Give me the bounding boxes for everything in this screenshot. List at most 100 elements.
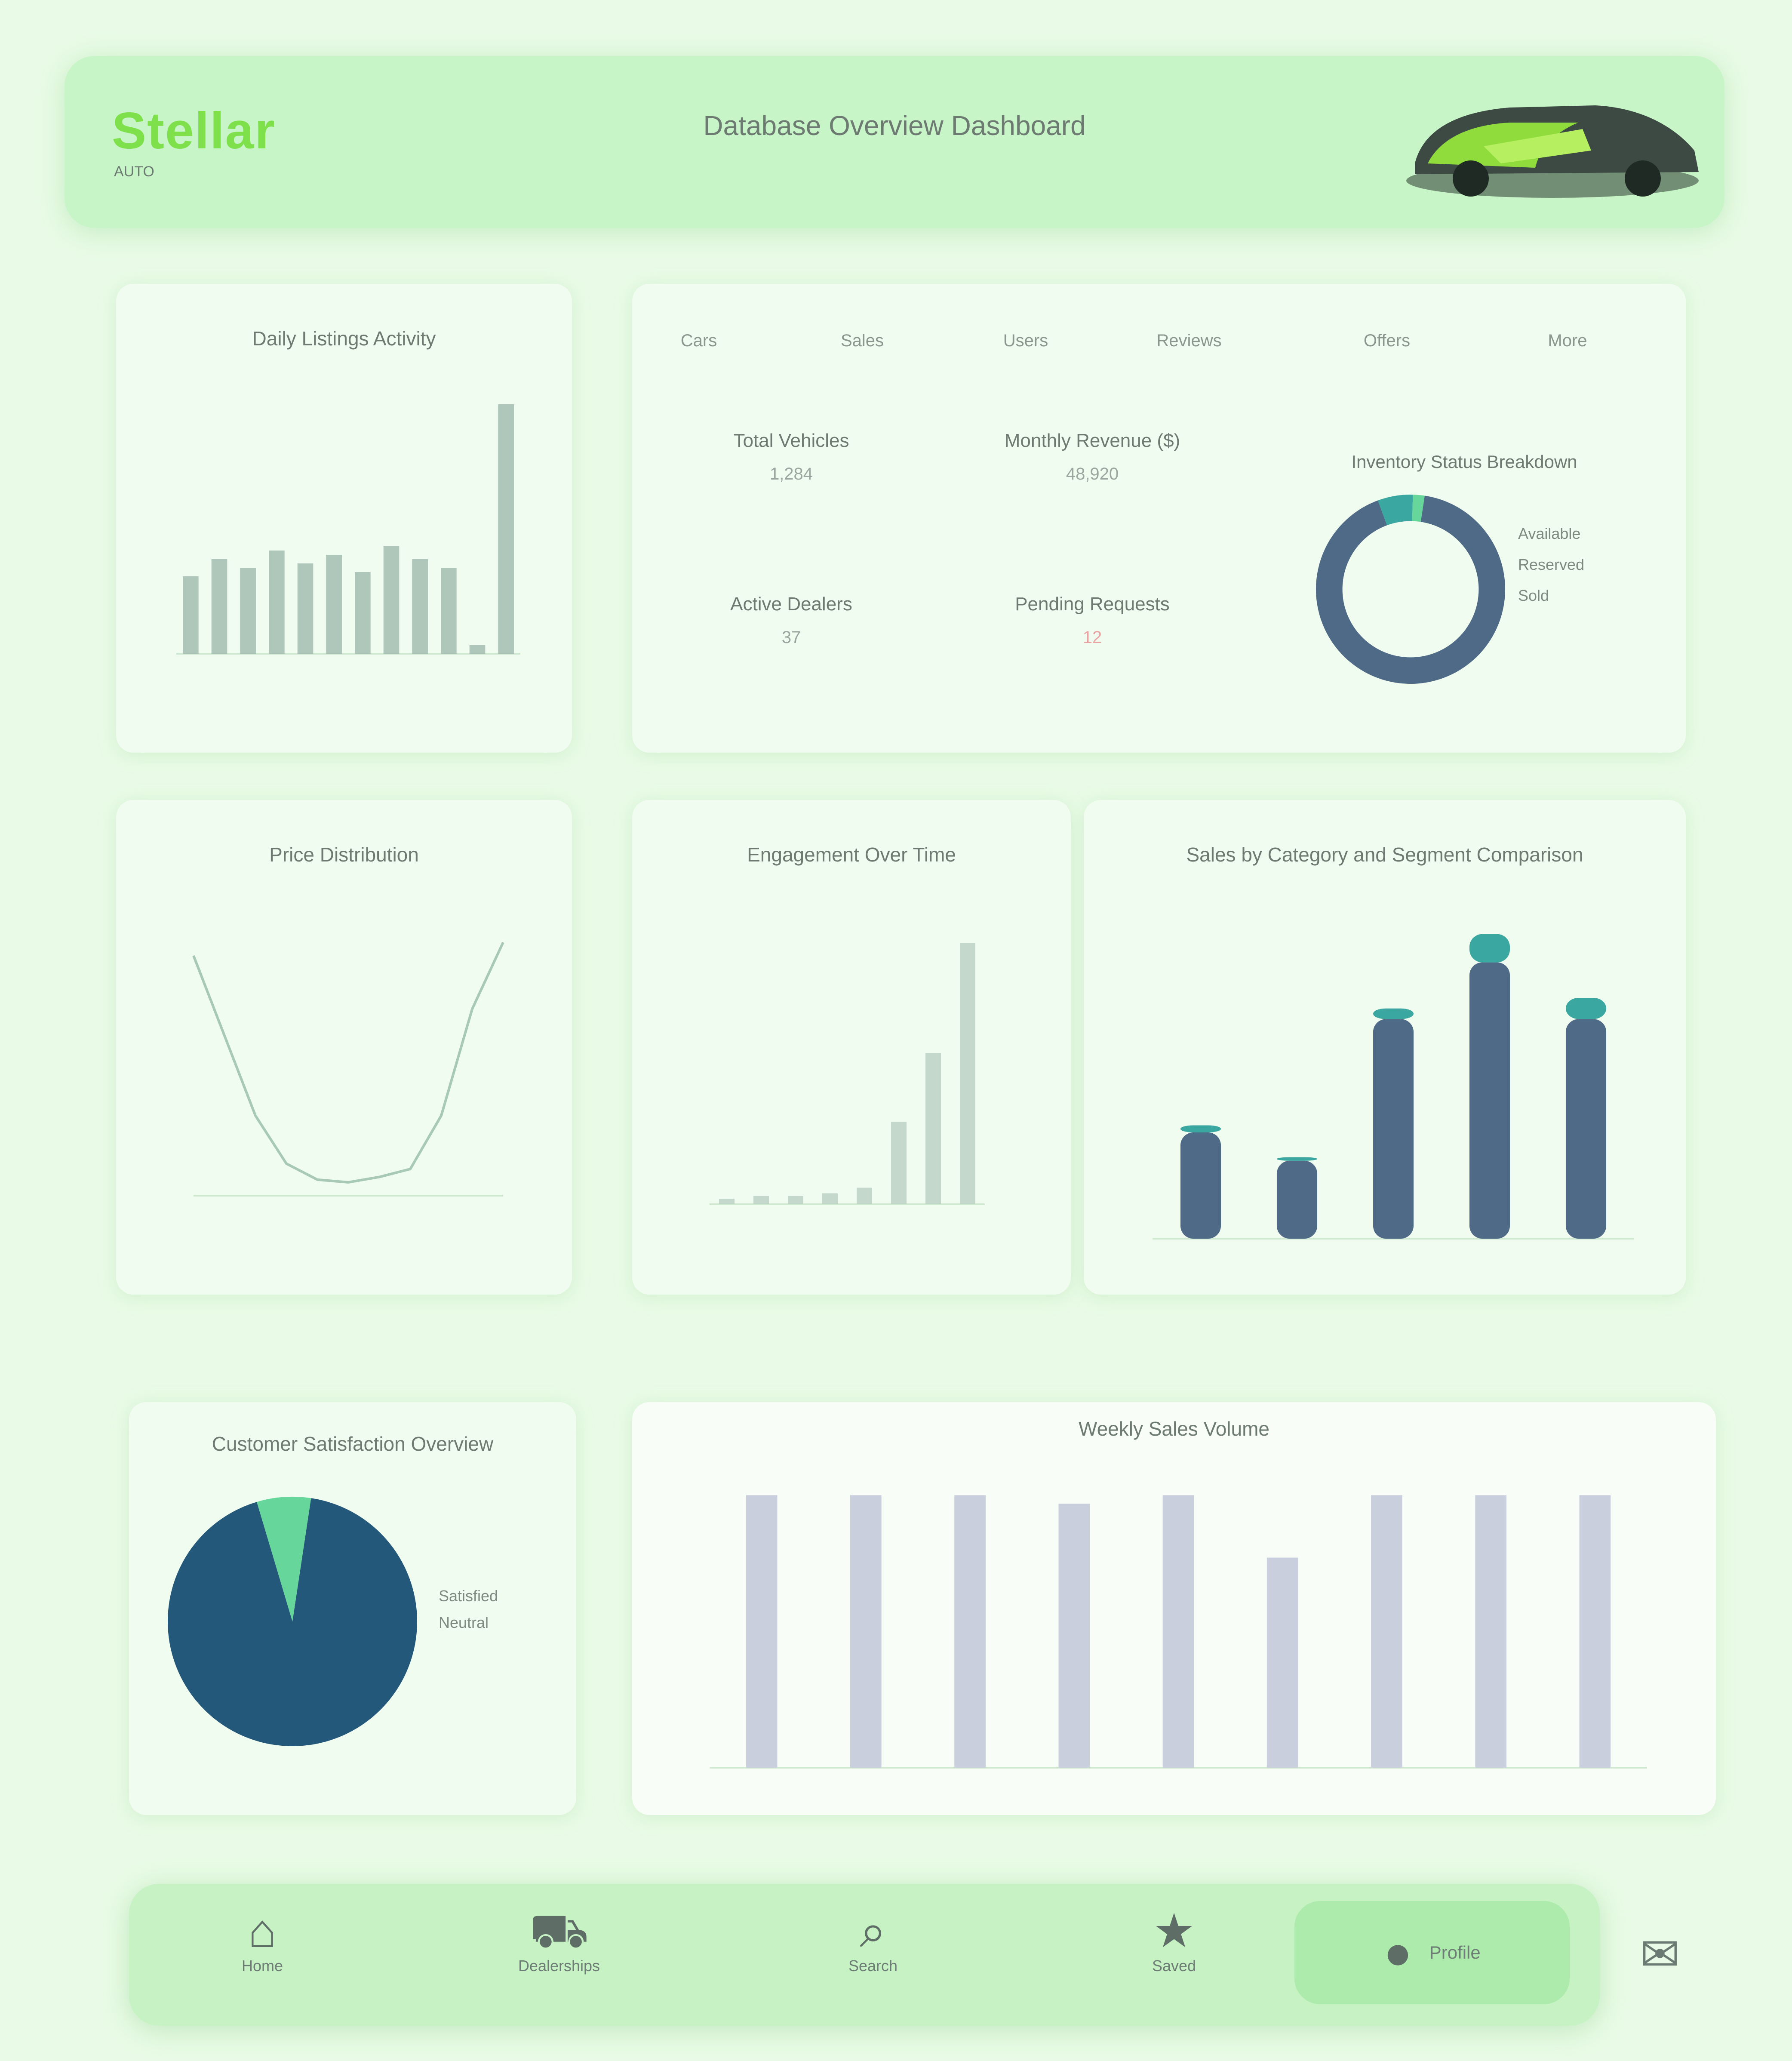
bar bbox=[891, 1122, 907, 1204]
customer-satisfaction-card: Customer Satisfaction Overview Satisfied… bbox=[129, 1402, 576, 1815]
bar bbox=[355, 572, 371, 654]
nav-label: Dealerships bbox=[518, 1957, 600, 1975]
stat-monthly-revenue: Monthly Revenue ($) 48,920 bbox=[950, 430, 1234, 484]
nav-label: Profile bbox=[1429, 1942, 1481, 1963]
home-icon: ⌂ bbox=[248, 1904, 277, 1957]
tab-reviews[interactable]: Reviews bbox=[1140, 331, 1239, 351]
bar bbox=[1276, 1157, 1318, 1161]
car-logo-icon bbox=[1406, 105, 1699, 198]
bar bbox=[1469, 962, 1510, 1239]
bar bbox=[1058, 1504, 1090, 1768]
weekly-sales-title: Weekly Sales Volume bbox=[1078, 1418, 1270, 1440]
tab-users[interactable]: Users bbox=[976, 331, 1075, 351]
chat-icon[interactable]: ✉ bbox=[1626, 1920, 1694, 1989]
bar bbox=[269, 551, 285, 654]
bar bbox=[211, 559, 227, 654]
price-distribution-card: Price Distribution bbox=[116, 800, 572, 1295]
bar bbox=[925, 1053, 941, 1204]
bar bbox=[1579, 1495, 1611, 1768]
nav-item-dealerships[interactable]: ⛟ Dealerships bbox=[469, 1905, 649, 1975]
daily-listings-card: Daily Listings Activity bbox=[116, 284, 572, 753]
bar bbox=[719, 1199, 735, 1204]
page-title: Database Overview Dashboard bbox=[703, 110, 1086, 141]
bar bbox=[1266, 1557, 1298, 1768]
bar bbox=[1565, 1019, 1607, 1239]
bar bbox=[1469, 934, 1510, 963]
legend-item: Reserved bbox=[1518, 556, 1585, 573]
bar bbox=[822, 1193, 838, 1204]
sales-category-title: Sales by Category and Segment Comparison bbox=[1186, 843, 1583, 866]
bar bbox=[412, 559, 428, 654]
dealer-icon: ⛟ bbox=[529, 1904, 589, 1957]
tab-sales[interactable]: Sales bbox=[813, 331, 912, 351]
satisfaction-legend: Satisfied Neutral bbox=[439, 1587, 568, 1632]
bar bbox=[1371, 1495, 1402, 1768]
customer-satisfaction-title: Customer Satisfaction Overview bbox=[212, 1433, 494, 1455]
nav-item-profile[interactable]: ● Profile bbox=[1307, 1923, 1557, 1983]
bar bbox=[1373, 1019, 1414, 1239]
bar bbox=[383, 546, 400, 654]
customer-satisfaction-pie bbox=[167, 1497, 417, 1746]
bar bbox=[1180, 1125, 1221, 1132]
profile-icon: ● bbox=[1383, 1926, 1412, 1979]
price-distribution-title: Price Distribution bbox=[269, 843, 419, 866]
bar bbox=[1373, 1008, 1414, 1019]
inventory-donut-title: Inventory Status Breakdown bbox=[1351, 452, 1577, 472]
stat-label: Active Dealers bbox=[730, 594, 852, 615]
bar bbox=[753, 1196, 769, 1204]
donut-legend: Available Reserved Sold bbox=[1518, 525, 1647, 605]
price-distribution-chart bbox=[192, 941, 504, 1197]
bar bbox=[857, 1187, 872, 1204]
tab-more[interactable]: More bbox=[1518, 331, 1617, 351]
stat-pending-requests: Pending Requests 12 bbox=[950, 594, 1234, 647]
bar bbox=[1276, 1160, 1318, 1239]
engagement-card: Engagement Over Time bbox=[632, 800, 1071, 1295]
tab-cars[interactable]: Cars bbox=[649, 331, 748, 351]
engagement-title: Engagement Over Time bbox=[747, 843, 956, 866]
nav-item-home[interactable]: ⌂ Home bbox=[185, 1905, 340, 1975]
legend-item: Satisfied bbox=[439, 1587, 498, 1605]
brand-subtitle: AUTO bbox=[114, 163, 154, 180]
stat-active-dealers: Active Dealers 37 bbox=[684, 594, 899, 647]
nav-item-saved[interactable]: ★ Saved bbox=[1097, 1905, 1251, 1975]
daily-listings-title: Daily Listings Activity bbox=[252, 327, 436, 350]
tab-offers[interactable]: Offers bbox=[1337, 331, 1436, 351]
bar bbox=[1475, 1495, 1506, 1768]
engagement-chart bbox=[710, 943, 985, 1205]
stat-label: Total Vehicles bbox=[733, 430, 849, 451]
bar bbox=[1565, 998, 1607, 1019]
nav-label: Home bbox=[241, 1957, 283, 1975]
daily-listings-chart bbox=[176, 404, 520, 655]
stat-value: 48,920 bbox=[1066, 464, 1119, 483]
stat-label: Monthly Revenue ($) bbox=[1004, 430, 1180, 451]
bar bbox=[1162, 1495, 1194, 1768]
bookmark-icon: ★ bbox=[1153, 1904, 1196, 1957]
weekly-sales-chart bbox=[710, 1495, 1647, 1769]
search-icon: ⌕ bbox=[860, 1904, 886, 1957]
weekly-sales-card: Weekly Sales Volume bbox=[632, 1402, 1716, 1815]
nav-item-search[interactable]: ⌕ Search bbox=[796, 1905, 950, 1975]
donut-hole bbox=[1342, 521, 1479, 658]
price-line bbox=[192, 941, 504, 1184]
legend-item: Neutral bbox=[439, 1614, 489, 1631]
bar bbox=[183, 576, 199, 654]
legend-item: Available bbox=[1518, 525, 1581, 542]
sales-category-chart bbox=[1153, 934, 1634, 1240]
sales-category-card: Sales by Category and Segment Comparison bbox=[1084, 800, 1686, 1295]
stat-value: 37 bbox=[781, 628, 801, 647]
inventory-donut-chart bbox=[1316, 495, 1505, 684]
overview-card: Cars Sales Users Reviews Offers More Tot… bbox=[632, 284, 1686, 753]
stat-total-vehicles: Total Vehicles 1,284 bbox=[684, 430, 899, 484]
nav-label: Saved bbox=[1152, 1957, 1196, 1975]
bar bbox=[1180, 1132, 1221, 1239]
bar bbox=[326, 555, 342, 654]
legend-item: Sold bbox=[1518, 587, 1549, 604]
brand-logo[interactable]: Stellar bbox=[112, 101, 318, 161]
bar bbox=[498, 404, 514, 654]
stat-label: Pending Requests bbox=[1015, 594, 1170, 615]
nav-label: Search bbox=[848, 1957, 898, 1975]
bar bbox=[850, 1495, 882, 1768]
overview-tabs: Cars Sales Users Reviews Offers More bbox=[649, 331, 1664, 366]
bar bbox=[441, 568, 457, 654]
bar bbox=[240, 568, 256, 654]
